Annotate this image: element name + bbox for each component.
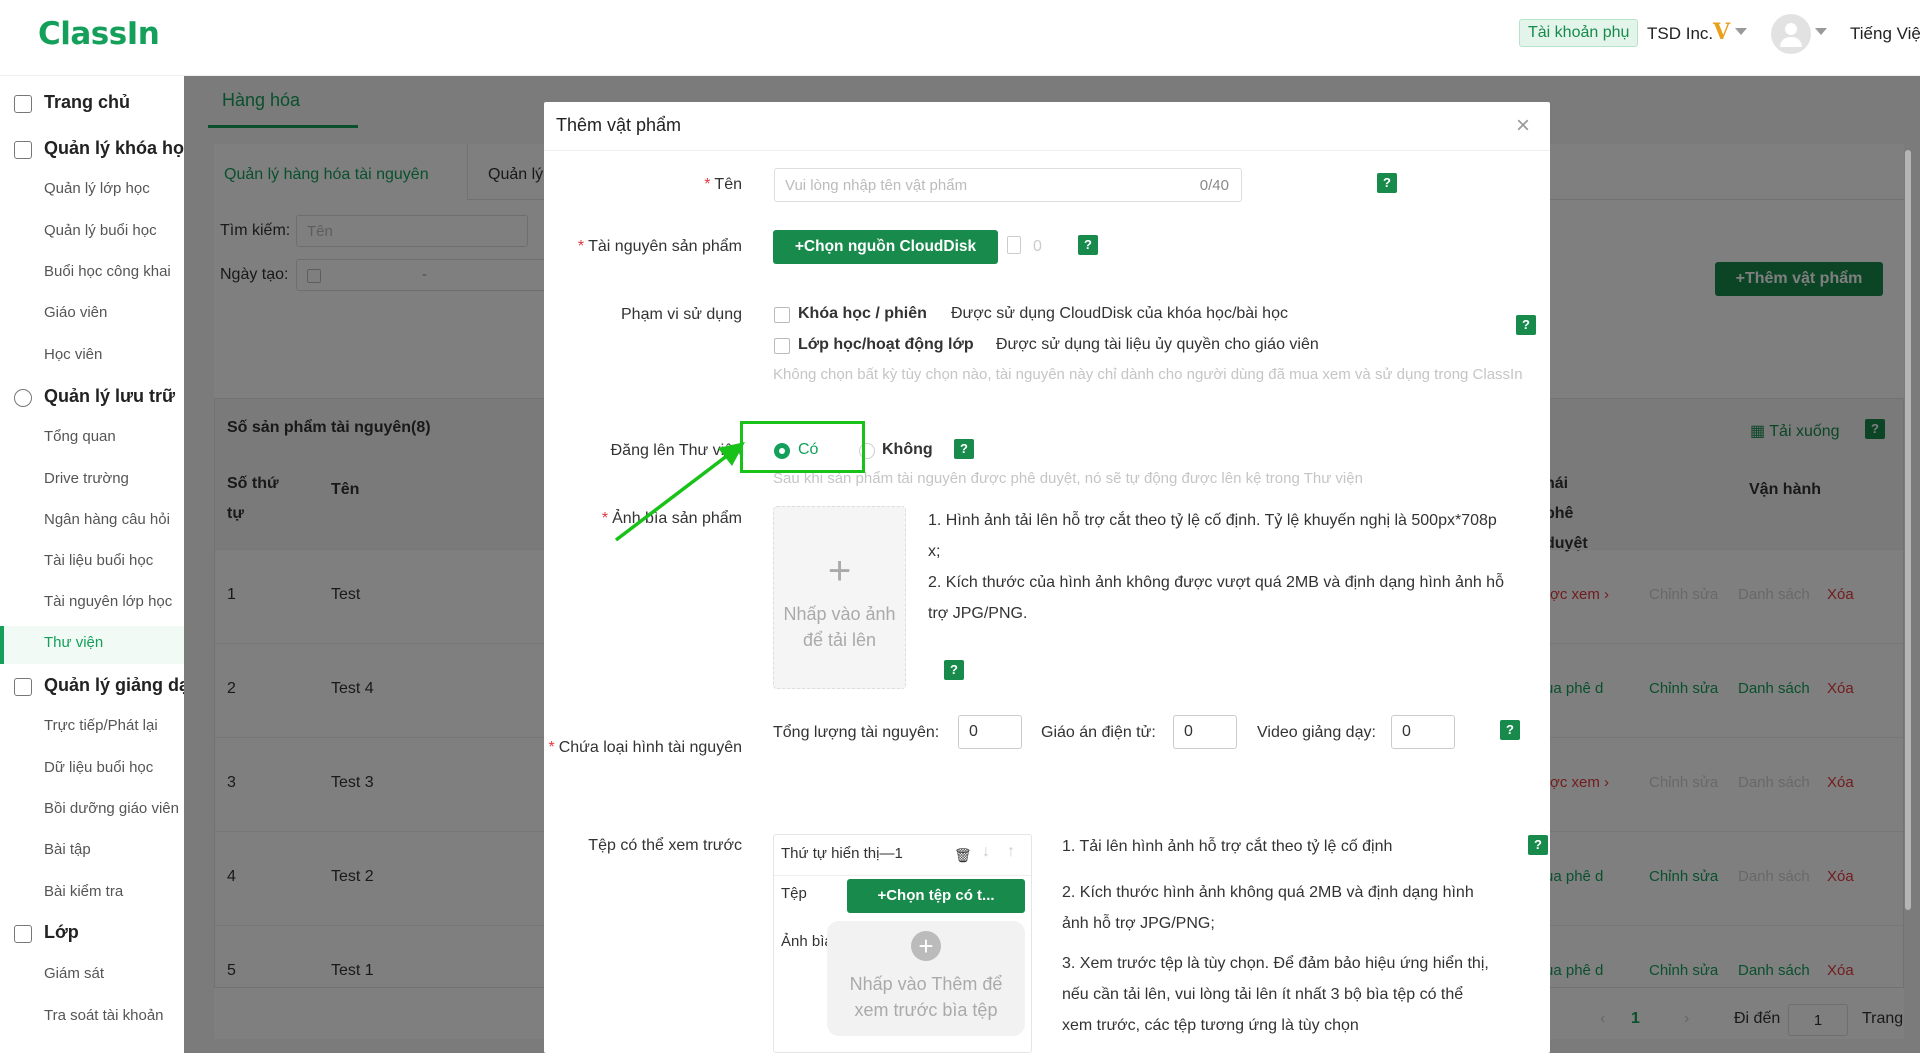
choose-clouddisk-button[interactable]: +Chọn nguồn CloudDisk [773, 230, 998, 264]
sidebar-item-account-audit[interactable]: Tra soát tài khoản [0, 1007, 184, 1024]
preview-file-label: Tệp [781, 885, 807, 902]
total-label: Tổng lượng tài nguyên: [773, 724, 940, 741]
close-icon[interactable]: × [1516, 114, 1530, 138]
preview-cover-text: Nhấp vào Thêm để xem trước bìa tệp [849, 974, 1003, 1020]
sidebar-item-library[interactable]: Thư viện [0, 626, 184, 664]
name-char-count: 0/40 [1199, 177, 1229, 194]
scope-class-label[interactable]: Lớp học/hoạt động lớp [798, 336, 974, 354]
language-selector[interactable]: Tiếng Việt [1850, 24, 1920, 44]
add-item-modal: Thêm vật phẩm × * Tên Vui lòng nhập tên v… [544, 102, 1550, 1053]
sidebar-item-public-session[interactable]: Buổi học công khai [0, 263, 184, 280]
vip-icon: V [1713, 19, 1731, 45]
annotation-arrow [614, 442, 745, 542]
page-scrollbar[interactable] [1905, 150, 1911, 910]
scope-hint: Không chọn bất kỳ tùy chọn nào, tài nguy… [773, 366, 1523, 383]
org-name[interactable]: TSD Inc. [1647, 24, 1713, 44]
cover-note-1: 1. Hình ảnh tải lên hỗ trợ cắt theo tỷ l… [928, 512, 1497, 560]
cover-help-icon[interactable]: ? [944, 660, 964, 680]
modal-title: Thêm vật phẩm [556, 115, 682, 135]
sidebar-item-homework[interactable]: Bài tập [0, 841, 184, 858]
sidebar-item-students[interactable]: Học viên [0, 346, 184, 363]
video-input[interactable]: 0 [1391, 715, 1455, 749]
type-help-icon[interactable]: ? [1500, 720, 1520, 740]
sidebar-item-session-management[interactable]: Quản lý buổi học [0, 222, 184, 239]
preview-note-3: 3. Xem trước tệp là tùy chọn. Để đảm bảo… [1062, 955, 1489, 1034]
sidebar-item-class-management[interactable]: Quản lý lớp học [0, 180, 184, 197]
type-label: * Chứa loại hình tài nguyên [548, 739, 742, 756]
cover-upload-box[interactable]: + Nhấp vào ảnh để tải lên [773, 506, 906, 689]
org-chevron-down-icon[interactable] [1735, 28, 1747, 35]
sidebar-item-session-docs[interactable]: Tài liệu buổi học [0, 552, 184, 569]
cover-upload-text: Nhấp vào ảnh để tải lên [783, 604, 896, 650]
sidebar-item-class-resources[interactable]: Tài nguyên lớp học [0, 593, 184, 610]
sidebar-group-teaching[interactable]: Quản lý giảng dạy [0, 675, 184, 696]
teaching-icon [14, 678, 32, 696]
sidebar-item-live-replay[interactable]: Trực tiếp/Phát lại [0, 717, 184, 734]
avatar[interactable] [1771, 14, 1811, 54]
publish-help-icon[interactable]: ? [954, 439, 974, 459]
cover-note-2: 2. Kích thước của hình ảnh không được vư… [928, 574, 1504, 622]
scope-course-desc: Được sử dụng CloudDisk của khóa học/bài … [951, 305, 1288, 322]
scope-label: Phạm vi sử dụng [621, 306, 742, 323]
resource-count: 0 [1033, 238, 1042, 255]
course-icon [14, 141, 32, 159]
move-down-icon[interactable]: ↓ [982, 843, 990, 861]
sidebar-item-teacher-training[interactable]: Bồi dưỡng giáo viên [0, 800, 184, 817]
move-up-icon[interactable]: ↑ [1007, 843, 1015, 861]
name-help-icon[interactable]: ? [1377, 173, 1397, 193]
preview-cover-upload[interactable]: + Nhấp vào Thêm để xem trước bìa tệp [827, 921, 1025, 1036]
scope-class-checkbox[interactable] [774, 338, 790, 354]
choose-preview-file-button[interactable]: +Chọn tệp có t... [847, 879, 1025, 913]
resource-help-icon[interactable]: ? [1078, 235, 1098, 255]
avatar-chevron-down-icon[interactable] [1815, 28, 1827, 35]
scope-class-desc: Được sử dụng tài liệu ủy quyền cho giáo … [996, 336, 1319, 353]
modal-divider [544, 150, 1550, 151]
class-icon [14, 925, 32, 943]
resource-label: * Tài nguyên sản phẩm [577, 238, 742, 255]
preview-order: Thứ tự hiển thị—1 [781, 845, 903, 862]
sidebar: Trang chủ Quản lý khóa học Quản lý lớp h… [0, 76, 184, 1053]
top-bar: ClassIn Tài khoản phụ TSD Inc. V Tiếng V… [0, 0, 1920, 76]
video-label: Video giảng dạy: [1257, 724, 1376, 741]
preview-help-icon[interactable]: ? [1528, 835, 1548, 855]
sidebar-group-class[interactable]: Lớp [0, 922, 184, 943]
sidebar-group-course[interactable]: Quản lý khóa học [0, 138, 184, 159]
sub-account-badge: Tài khoản phụ [1519, 19, 1639, 47]
sidebar-item-exams[interactable]: Bài kiểm tra [0, 883, 184, 900]
sidebar-item-monitoring[interactable]: Giám sát [0, 965, 184, 982]
trash-icon[interactable]: 🗑 [954, 847, 972, 864]
sidebar-group-home[interactable]: Trang chủ [0, 92, 184, 113]
sidebar-item-session-data[interactable]: Dữ liệu buổi học [0, 759, 184, 776]
sidebar-item-teachers[interactable]: Giáo viên [0, 304, 184, 321]
lesson-label: Giáo án điện tử: [1041, 724, 1156, 741]
lesson-input[interactable]: 0 [1173, 715, 1237, 749]
preview-note-1: 1. Tải lên hình ảnh hỗ trợ cắt theo tỷ l… [1062, 838, 1393, 855]
home-icon [14, 95, 32, 113]
plus-icon: + [827, 549, 852, 593]
classin-logo[interactable]: ClassIn [38, 16, 160, 52]
scope-course-label[interactable]: Khóa học / phiên [798, 305, 927, 323]
scope-help-icon[interactable]: ? [1516, 315, 1536, 335]
add-circle-icon: + [911, 931, 941, 961]
name-input[interactable]: Vui lòng nhập tên vật phẩm 0/40 [774, 168, 1242, 202]
preview-divider [774, 875, 1031, 876]
total-input[interactable]: 0 [958, 715, 1022, 749]
name-placeholder: Vui lòng nhập tên vật phẩm [785, 177, 968, 194]
file-count-icon [1007, 236, 1021, 254]
sidebar-item-overview[interactable]: Tổng quan [0, 428, 184, 445]
preview-label: Tệp có thể xem trước [588, 837, 742, 854]
preview-note-2: 2. Kích thước hình ảnh không quá 2MB và … [1062, 884, 1474, 932]
preview-cover-label: Ảnh bìa [781, 933, 833, 950]
sidebar-group-storage[interactable]: Quản lý lưu trữ [0, 386, 184, 407]
publish-hint: Sau khi sản phẩm tài nguyên được phê duy… [773, 470, 1363, 487]
sidebar-item-question-bank[interactable]: Ngân hàng câu hỏi [0, 511, 184, 528]
name-label: * Tên [704, 176, 742, 193]
scope-course-checkbox[interactable] [774, 307, 790, 323]
publish-no-label[interactable]: Không [882, 441, 933, 459]
preview-card: Thứ tự hiển thị—1 🗑 ↓ ↑ Tệp +Chọn tệp có… [773, 834, 1032, 1053]
cloud-icon [14, 389, 32, 407]
sidebar-item-school-drive[interactable]: Drive trường [0, 470, 184, 487]
